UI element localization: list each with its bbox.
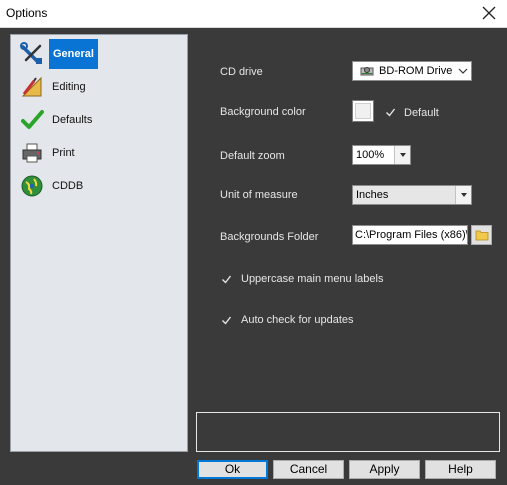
nav-item-label: General [49, 39, 98, 69]
cd-drive-label: CD drive [220, 66, 263, 78]
close-icon [482, 6, 496, 20]
nav-item-general[interactable]: General [19, 39, 98, 69]
tools-icon [19, 41, 45, 67]
chevron-down-icon[interactable] [455, 62, 471, 80]
help-button[interactable]: Help [425, 460, 496, 479]
backgrounds-folder-label: Backgrounds Folder [220, 231, 319, 243]
auto-check-updates-label: Auto check for updates [241, 314, 354, 326]
default-color-label: Default [404, 107, 439, 119]
apply-button[interactable]: Apply [349, 460, 420, 479]
printer-icon [19, 140, 45, 166]
cancel-button[interactable]: Cancel [273, 460, 344, 479]
nav-item-label: Defaults [52, 114, 93, 126]
globe-disc-icon [19, 173, 45, 199]
close-button[interactable] [477, 2, 501, 24]
auto-check-updates-checkbox[interactable] [221, 315, 232, 326]
checkmark-icon [386, 108, 396, 117]
status-box [196, 412, 500, 452]
nav-item-print[interactable]: Print [19, 138, 78, 168]
backgrounds-folder-value: C:\Program Files (x86)\ [355, 229, 468, 241]
default-zoom-select[interactable]: 100% [352, 145, 411, 165]
cd-drive-value: BD-ROM Drive [379, 65, 453, 77]
nav-item-cddb[interactable]: CDDB [19, 171, 86, 201]
default-color-checkbox[interactable] [385, 107, 396, 118]
category-list: General Editing Defaults Print CDDB [10, 34, 188, 452]
chevron-down-icon[interactable] [394, 146, 410, 164]
cd-drive-select[interactable]: BD-ROM Drive [352, 61, 472, 81]
unit-of-measure-label: Unit of measure [220, 189, 298, 201]
background-color-label: Background color [220, 106, 306, 118]
uppercase-labels-label: Uppercase main menu labels [241, 273, 384, 285]
browse-folder-button[interactable] [471, 225, 492, 245]
color-swatch-button[interactable] [352, 100, 374, 122]
folder-icon [475, 230, 489, 241]
chevron-down-icon[interactable] [455, 186, 471, 204]
checkmark-icon [222, 316, 232, 325]
default-zoom-label: Default zoom [220, 150, 285, 162]
title-bar: Options [0, 0, 507, 28]
checkmark-icon [19, 107, 45, 133]
nav-item-defaults[interactable]: Defaults [19, 105, 95, 135]
unit-of-measure-select[interactable]: Inches [352, 185, 472, 205]
unit-of-measure-value: Inches [356, 189, 389, 201]
checkmark-icon [222, 275, 232, 284]
nav-item-label: Editing [52, 81, 86, 93]
nav-item-label: CDDB [52, 180, 84, 192]
backgrounds-folder-input[interactable]: C:\Program Files (x86)\ [352, 225, 468, 245]
uppercase-labels-checkbox[interactable] [221, 274, 232, 285]
nav-item-editing[interactable]: Editing [19, 72, 89, 102]
color-swatch [355, 103, 371, 119]
dialog-body: General Editing Defaults Print CDDB CD d… [0, 28, 507, 485]
ruler-pencil-icon [19, 74, 45, 100]
drive-icon [360, 67, 374, 76]
window-title: Options [6, 6, 48, 20]
default-zoom-value: 100% [356, 149, 385, 161]
ok-button[interactable]: Ok [197, 460, 268, 479]
nav-item-label: Print [52, 147, 75, 159]
